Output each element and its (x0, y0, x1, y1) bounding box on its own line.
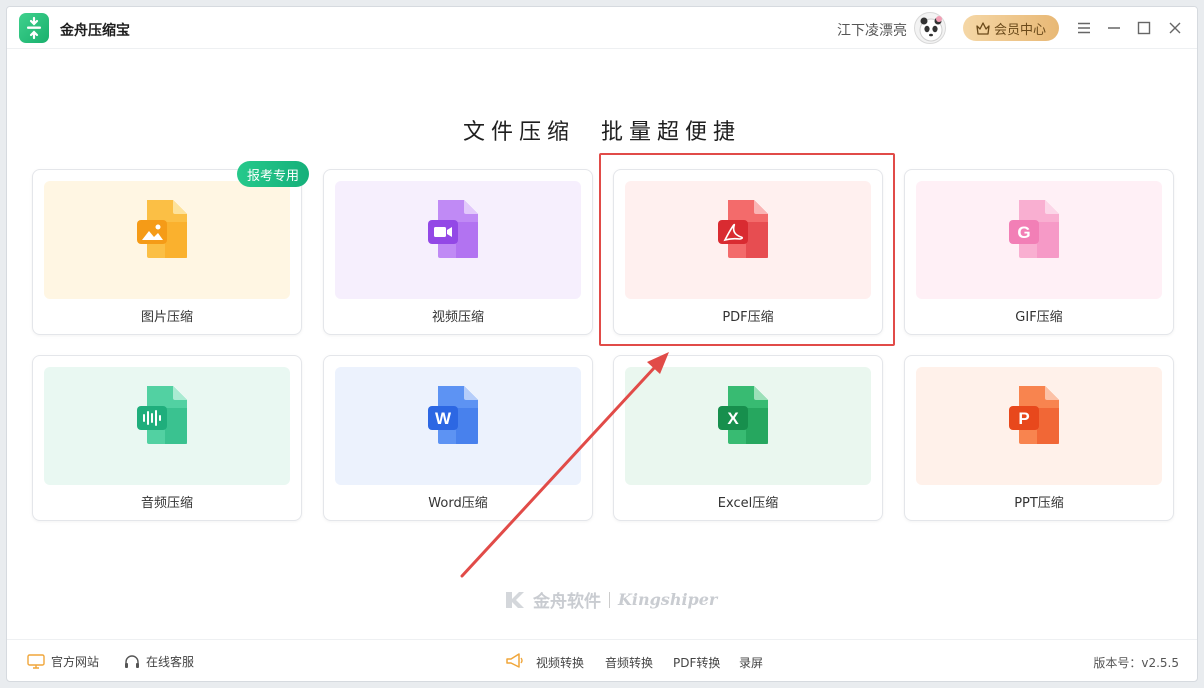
card-video-compress[interactable]: 视频压缩 (323, 169, 593, 335)
excel-file-icon: X (718, 386, 768, 444)
annotation-arrow (460, 352, 669, 578)
video-convert-link[interactable]: 视频转换 (536, 654, 584, 671)
svg-text:P: P (1018, 409, 1029, 428)
title-bar: 金舟压缩宝 江下凌漂亮 会员中心 (7, 7, 1197, 49)
svg-text:G: G (1017, 223, 1030, 242)
card-word-compress[interactable]: W Word压缩 (323, 355, 593, 521)
official-site-label: 官方网站 (51, 655, 100, 669)
card-pdf-compress[interactable]: PDF压缩 (613, 169, 883, 335)
pdf-convert-link[interactable]: PDF转换 (673, 654, 720, 671)
brand-watermark: 金舟软件 Kingshiper (505, 587, 717, 612)
watermark-separator (609, 591, 610, 608)
panda-avatar-icon (919, 16, 943, 42)
ppt-file-icon: P (1009, 386, 1059, 444)
crown-icon (976, 21, 990, 35)
page-headline: 文件压缩 批量超便捷 (463, 120, 741, 145)
card-label: 音频压缩 (140, 496, 193, 511)
word-file-icon: W (428, 386, 478, 444)
card-label: GIF压缩 (1015, 310, 1063, 325)
watermark-en: Kingshiper (618, 590, 718, 609)
username[interactable]: 江下凌漂亮 (837, 20, 907, 40)
card-label: PDF压缩 (722, 310, 774, 325)
gif-file-icon: G (1009, 200, 1059, 258)
online-service-link[interactable]: 在线客服 (124, 653, 194, 670)
app-logo (19, 13, 49, 43)
vip-center-label: 会员中心 (993, 22, 1046, 38)
pdf-file-icon (718, 200, 768, 258)
version-label: 版本号：v2.5.5 (1093, 656, 1179, 670)
vip-center-button[interactable]: 会员中心 (963, 15, 1059, 41)
card-audio-compress[interactable]: 音频压缩 (32, 355, 302, 521)
audio-file-icon (137, 386, 187, 444)
monitor-icon (27, 654, 45, 669)
svg-text:X: X (727, 409, 739, 428)
official-site-link[interactable]: 官方网站 (27, 653, 99, 670)
audio-convert-link[interactable]: 音频转换 (605, 654, 653, 671)
svg-text:W: W (435, 409, 452, 428)
screen-record-link[interactable]: 录屏 (739, 654, 763, 671)
image-file-icon (137, 200, 187, 258)
maximize-icon[interactable] (1133, 17, 1155, 39)
footer-bar: 官方网站 在线客服 视频转换 音频转换 PDF转换 录屏 版本号：v2.5.5 (7, 639, 1197, 681)
card-image-compress[interactable]: 图片压缩 (32, 169, 302, 335)
online-service-label: 在线客服 (146, 655, 195, 669)
card-ppt-compress[interactable]: P PPT压缩 (904, 355, 1174, 521)
video-file-icon (428, 200, 478, 258)
headset-icon (125, 654, 139, 668)
card-label: Word压缩 (428, 496, 488, 511)
exam-special-badge: 报考专用 (237, 161, 309, 187)
app-window: 金舟压缩宝 江下凌漂亮 会员中心 文件压缩 批量超便捷 报考专用 图片压缩 视频… (6, 6, 1198, 682)
menu-icon[interactable] (1073, 17, 1095, 39)
card-label: PPT压缩 (1014, 496, 1064, 511)
card-label: 图片压缩 (140, 310, 193, 325)
close-icon[interactable] (1164, 17, 1186, 39)
card-label: 视频压缩 (431, 310, 484, 325)
avatar[interactable] (914, 12, 946, 44)
card-excel-compress[interactable]: X Excel压缩 (613, 355, 883, 521)
watermark-cn: 金舟软件 (533, 592, 601, 612)
kingshiper-logo-icon (506, 591, 524, 608)
card-gif-compress[interactable]: G GIF压缩 (904, 169, 1174, 335)
app-title: 金舟压缩宝 (60, 23, 130, 39)
card-label: Excel压缩 (717, 496, 779, 511)
minimize-icon[interactable] (1103, 17, 1125, 39)
megaphone-icon (506, 653, 523, 668)
